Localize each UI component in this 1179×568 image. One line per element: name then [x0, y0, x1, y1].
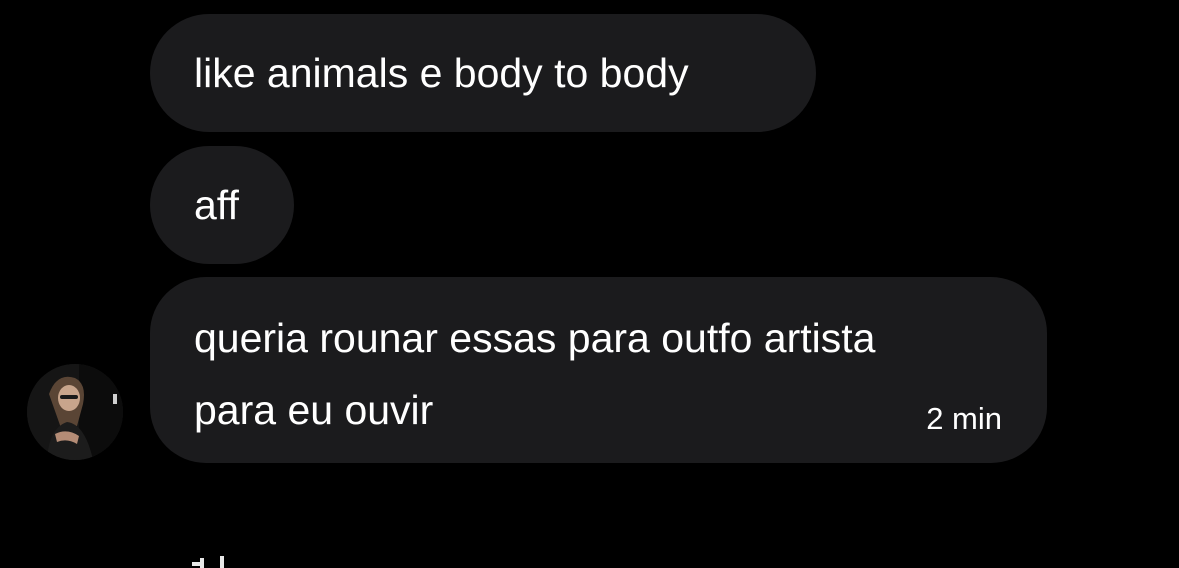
sender-avatar[interactable]	[27, 364, 123, 460]
message-timestamp: 2 min	[926, 401, 1002, 436]
message-text: like animals e body to body	[194, 50, 689, 96]
message-text: aff	[194, 182, 239, 228]
message-bubble-3[interactable]: queria rounar essas para outfo artista p…	[150, 277, 1047, 463]
user-avatar-photo-icon	[27, 364, 123, 460]
message-text-line-1: queria rounar essas para outfo artista	[194, 315, 876, 361]
message-text-line-2: para eu ouvir	[194, 387, 434, 433]
next-message-partial	[190, 552, 250, 568]
message-bubble-1[interactable]: like animals e body to body	[150, 14, 816, 132]
message-bubble-2[interactable]: aff	[150, 146, 294, 264]
